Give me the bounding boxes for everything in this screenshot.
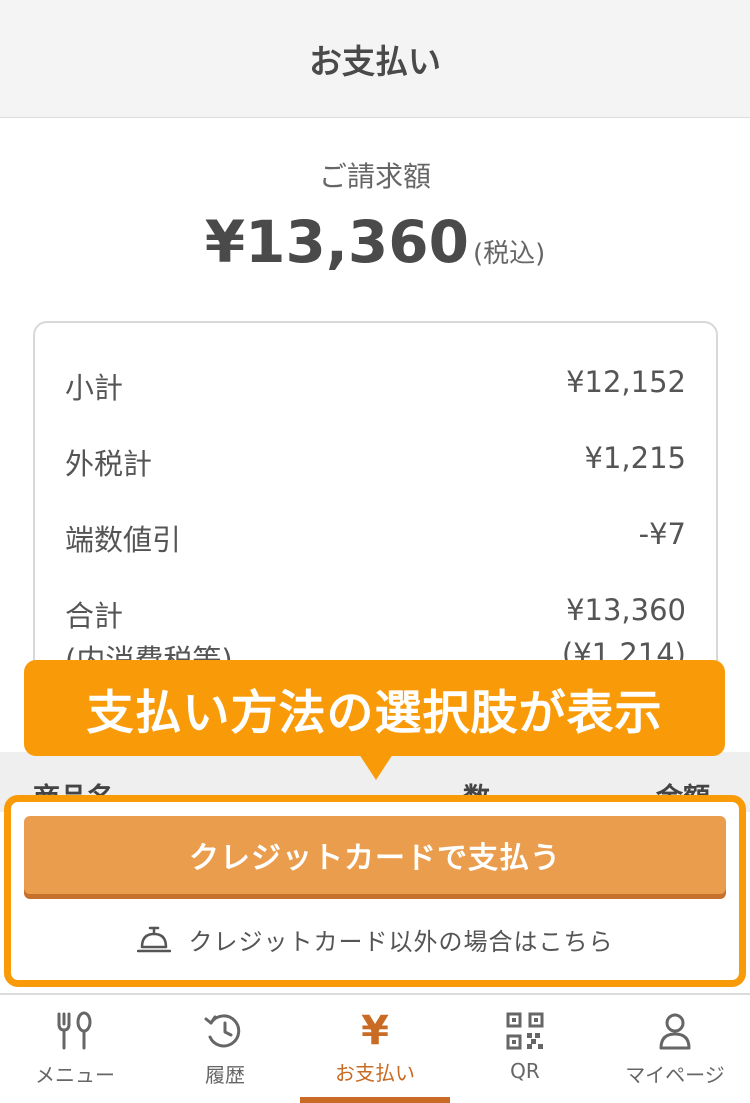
summary-label: 外税計 [65, 447, 153, 481]
summary-label: 端数値引 [65, 523, 182, 557]
tab-payment[interactable]: ¥ お支払い [300, 995, 450, 1103]
summary-value: ¥12,152 [566, 365, 686, 399]
credit-card-pay-label: クレジットカードで支払う [189, 841, 561, 876]
summary-value: ¥13,360 [566, 593, 686, 627]
tab-mypage[interactable]: マイページ [600, 995, 750, 1103]
bill-label: ご請求額 [318, 160, 431, 193]
tab-label: QR [510, 1059, 540, 1083]
bottom-tab-bar: メニュー 履歴 ¥ お支払い QR マイページ [0, 993, 750, 1103]
history-icon [204, 1014, 241, 1048]
bill-amount: ¥13,360 [204, 208, 469, 276]
bill-amount-row: ¥13,360 (税込) [0, 208, 750, 276]
other-payment-label: クレジットカード以外の場合はこちら [188, 928, 614, 956]
yen-icon: ¥ [361, 1008, 389, 1054]
summary-row-subtotal: 小計 ¥12,152 [65, 365, 686, 407]
payment-options-panel: クレジットカードで支払う クレジットカード以外の場合はこちら [4, 795, 746, 987]
credit-card-pay-button[interactable]: クレジットカードで支払う [24, 816, 726, 894]
annotation-callout: 支払い方法の選択肢が表示 [24, 660, 725, 756]
tax-included-note: (税込) [472, 239, 546, 269]
user-icon [659, 1013, 691, 1050]
callout-pointer [359, 754, 393, 780]
tab-menu[interactable]: メニュー [0, 995, 150, 1103]
tab-qr[interactable]: QR [450, 995, 600, 1103]
fork-knife-icon [57, 1011, 92, 1050]
summary-value: ¥1,215 [584, 441, 686, 475]
service-bell-icon [136, 926, 171, 952]
header-bar: お支払い [0, 0, 750, 118]
callout-text: 支払い方法の選択肢が表示 [86, 685, 663, 741]
summary-row-total: 合計 ¥13,360 [65, 593, 686, 635]
tab-label: 履歴 [205, 1063, 245, 1087]
summary-row-rounding: 端数値引 -¥7 [65, 517, 686, 559]
qr-code-icon [506, 1012, 544, 1050]
summary-label: 小計 [65, 371, 124, 405]
tab-label: メニュー [35, 1063, 115, 1087]
tab-label: マイページ [625, 1063, 725, 1087]
summary-value: -¥7 [638, 517, 686, 551]
tab-label: お支払い [335, 1061, 415, 1085]
tab-history[interactable]: 履歴 [150, 995, 300, 1103]
other-payment-link[interactable]: クレジットカード以外の場合はこちら [11, 922, 739, 957]
summary-row-tax: 外税計 ¥1,215 [65, 441, 686, 483]
active-tab-indicator [300, 1097, 450, 1103]
page-title: お支払い [309, 41, 441, 81]
summary-label: 合計 [65, 599, 124, 633]
